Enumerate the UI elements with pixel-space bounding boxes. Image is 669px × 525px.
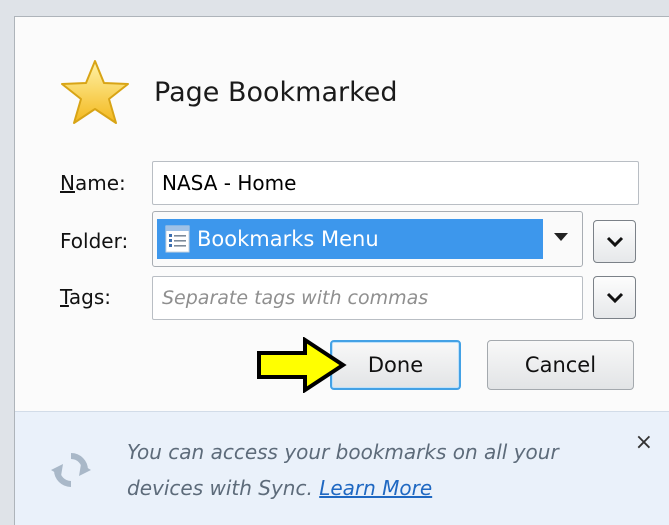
learn-more-link[interactable]: Learn More — [319, 476, 432, 500]
chevron-down-icon — [606, 292, 623, 303]
close-icon[interactable]: × — [635, 430, 653, 455]
tags-expander-button[interactable] — [593, 276, 636, 319]
done-button[interactable]: Done — [330, 340, 461, 390]
folder-selected-value: Bookmarks Menu — [157, 219, 543, 259]
folder-select[interactable]: Bookmarks Menu — [152, 211, 583, 267]
star-icon — [61, 60, 129, 124]
folder-tree-expander-button[interactable] — [593, 220, 636, 263]
folder-value-text: Bookmarks Menu — [197, 227, 379, 251]
dialog-title: Page Bookmarked — [154, 77, 398, 108]
folder-dropdown-caret[interactable] — [554, 233, 568, 241]
sync-message: You can access your bookmarks on all you… — [127, 434, 597, 506]
tags-label: Tags: — [60, 285, 112, 309]
menu-list-icon — [165, 225, 190, 253]
name-input-value: NASA - Home — [162, 171, 297, 195]
pointer-arrow-icon — [257, 337, 347, 393]
name-input[interactable]: NASA - Home — [152, 161, 639, 205]
folder-label: Folder: — [60, 229, 129, 253]
sync-promo-footer: You can access your bookmarks on all you… — [15, 411, 669, 525]
sync-icon — [51, 453, 91, 487]
tags-placeholder: Separate tags with commas — [162, 287, 429, 309]
name-label: Name: — [60, 171, 126, 195]
chevron-down-icon — [606, 236, 623, 247]
bookmark-panel: Page Bookmarked Name: NASA - Home Folder… — [14, 16, 669, 525]
tags-input[interactable]: Separate tags with commas — [152, 276, 583, 320]
cancel-button[interactable]: Cancel — [487, 340, 634, 390]
